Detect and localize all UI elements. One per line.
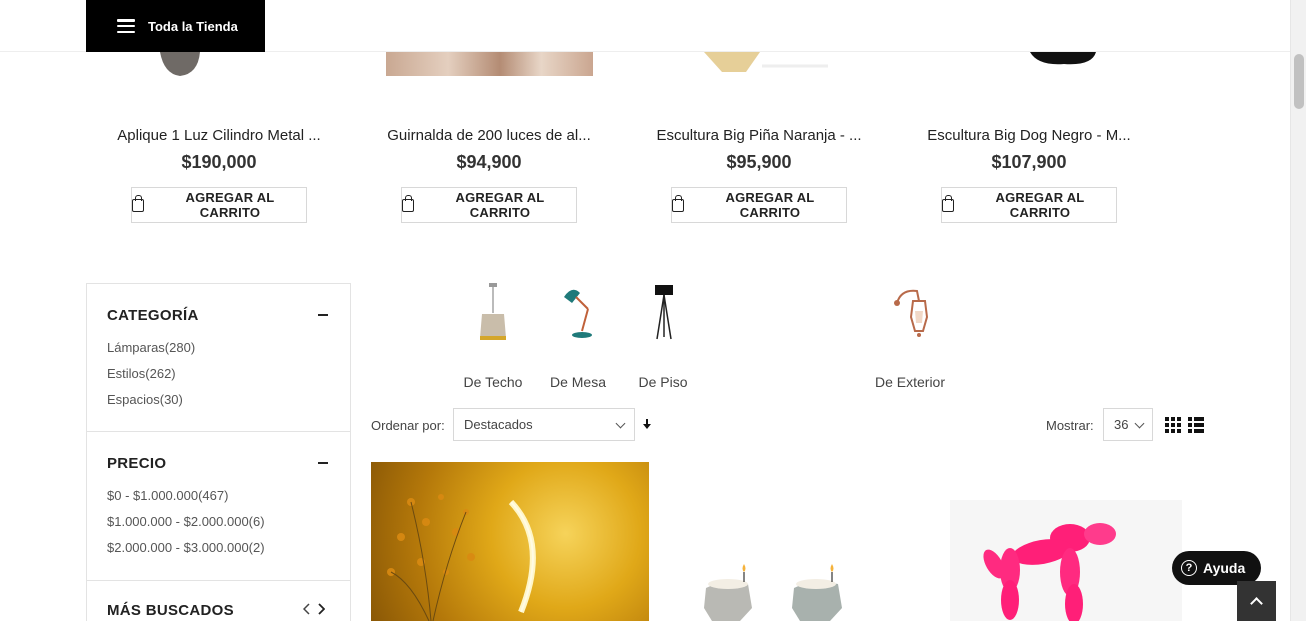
chevron-down-icon (1134, 418, 1145, 429)
product-name[interactable]: Guirnalda de 200 luces de al... (374, 127, 604, 144)
help-button[interactable]: ? Ayuda (1172, 551, 1261, 585)
ceiling-lamp-icon (480, 283, 506, 340)
category-label: De Techo (463, 374, 523, 390)
add-to-cart-button[interactable]: AGREGAR AL CARRITO (131, 187, 307, 223)
filter-item[interactable]: $0 - $1.000.000(467) (107, 488, 228, 503)
shopping-bag-icon (132, 194, 144, 212)
sort-label: Ordenar por: (371, 418, 445, 433)
help-label: Ayuda (1203, 560, 1246, 576)
product-image-candles[interactable] (700, 560, 880, 621)
add-to-cart-button[interactable]: AGREGAR AL CARRITO (941, 187, 1117, 223)
filter-section-categoria: CATEGORÍA Lámparas(280) Estilos(262) Esp… (87, 284, 350, 432)
product-name[interactable]: Escultura Big Dog Negro - M... (914, 127, 1144, 144)
product-price: $94,900 (456, 152, 522, 172)
category-de-mesa[interactable]: De Mesa (543, 283, 613, 390)
product-image-wall-lamp[interactable] (150, 52, 210, 78)
filter-sidebar: CATEGORÍA Lámparas(280) Estilos(262) Esp… (86, 283, 351, 621)
back-to-top-button[interactable] (1237, 581, 1276, 621)
category-label: De Piso (638, 374, 688, 390)
sort-select-value: Destacados (464, 417, 533, 432)
question-icon: ? (1181, 560, 1197, 576)
show-label: Mostrar: (1046, 418, 1094, 433)
filter-item[interactable]: $1.000.000 - $2.000.000(6) (107, 514, 265, 529)
category-label: De Exterior (874, 374, 946, 390)
collapse-minus-icon[interactable] (318, 462, 328, 464)
chevron-left-icon[interactable] (303, 603, 311, 615)
category-de-piso[interactable]: De Piso (632, 283, 694, 390)
filter-title-mas-buscados: MÁS BUSCADOS (107, 602, 234, 619)
add-to-cart-label: AGREGAR AL CARRITO (185, 190, 275, 220)
all-store-menu-button[interactable]: Toda la Tienda (86, 0, 265, 52)
collapse-minus-icon[interactable] (318, 314, 328, 316)
floor-lamp-icon (655, 285, 673, 340)
filter-section-mas-buscados: MÁS BUSCADOS (87, 581, 350, 621)
filter-section-precio: PRECIO $0 - $1.000.000(467) $1.000.000 -… (87, 432, 350, 581)
wall-lantern-icon (894, 289, 929, 337)
show-count-value: 36 (1114, 417, 1129, 432)
add-to-cart-label: AGREGAR AL CARRITO (995, 190, 1085, 220)
filter-title-categoria[interactable]: CATEGORÍA (107, 307, 199, 324)
add-to-cart-button[interactable]: AGREGAR AL CARRITO (401, 187, 577, 223)
filter-item[interactable]: Estilos(262) (107, 366, 176, 381)
product-image-garland[interactable] (386, 52, 593, 76)
list-view-icon[interactable] (1188, 417, 1204, 433)
filter-item[interactable]: Lámparas(280) (107, 340, 195, 355)
shopping-bag-icon (402, 194, 414, 212)
product-image-balloon-dog[interactable] (950, 500, 1182, 621)
add-to-cart-label: AGREGAR AL CARRITO (725, 190, 815, 220)
category-de-exterior[interactable]: De Exterior (866, 283, 954, 390)
sort-direction-arrow-icon[interactable] (643, 419, 651, 430)
grid-view-icon[interactable] (1165, 417, 1181, 433)
product-image-pineapple[interactable] (700, 52, 830, 76)
show-count-select[interactable]: 36 (1103, 408, 1153, 441)
hamburger-icon (117, 19, 135, 33)
product-price: $95,900 (726, 152, 792, 172)
product-price: $107,900 (991, 152, 1067, 172)
product-image-dog[interactable] (1030, 52, 1100, 68)
filter-item[interactable]: Espacios(30) (107, 392, 183, 407)
sort-select[interactable]: Destacados (453, 408, 635, 441)
filter-title-precio[interactable]: PRECIO (107, 455, 166, 472)
product-price: $190,000 (181, 152, 257, 172)
filter-item[interactable]: $2.000.000 - $3.000.000(2) (107, 540, 265, 555)
scrollbar-thumb[interactable] (1294, 54, 1304, 109)
category-de-techo[interactable]: De Techo (455, 283, 531, 390)
chevron-down-icon (615, 418, 626, 429)
shopping-bag-icon (942, 194, 954, 212)
chevron-right-icon[interactable] (317, 603, 325, 615)
all-store-label: Toda la Tienda (148, 18, 238, 34)
product-image-lamp-flowers[interactable] (371, 462, 649, 621)
category-label: De Mesa (549, 374, 607, 390)
add-to-cart-label: AGREGAR AL CARRITO (455, 190, 545, 220)
page-scrollbar[interactable] (1290, 0, 1306, 621)
product-name[interactable]: Escultura Big Piña Naranja - ... (644, 127, 874, 144)
shopping-bag-icon (672, 194, 684, 212)
product-name[interactable]: Aplique 1 Luz Cilindro Metal ... (104, 127, 334, 144)
add-to-cart-button[interactable]: AGREGAR AL CARRITO (671, 187, 847, 223)
desk-lamp-icon (564, 289, 592, 338)
